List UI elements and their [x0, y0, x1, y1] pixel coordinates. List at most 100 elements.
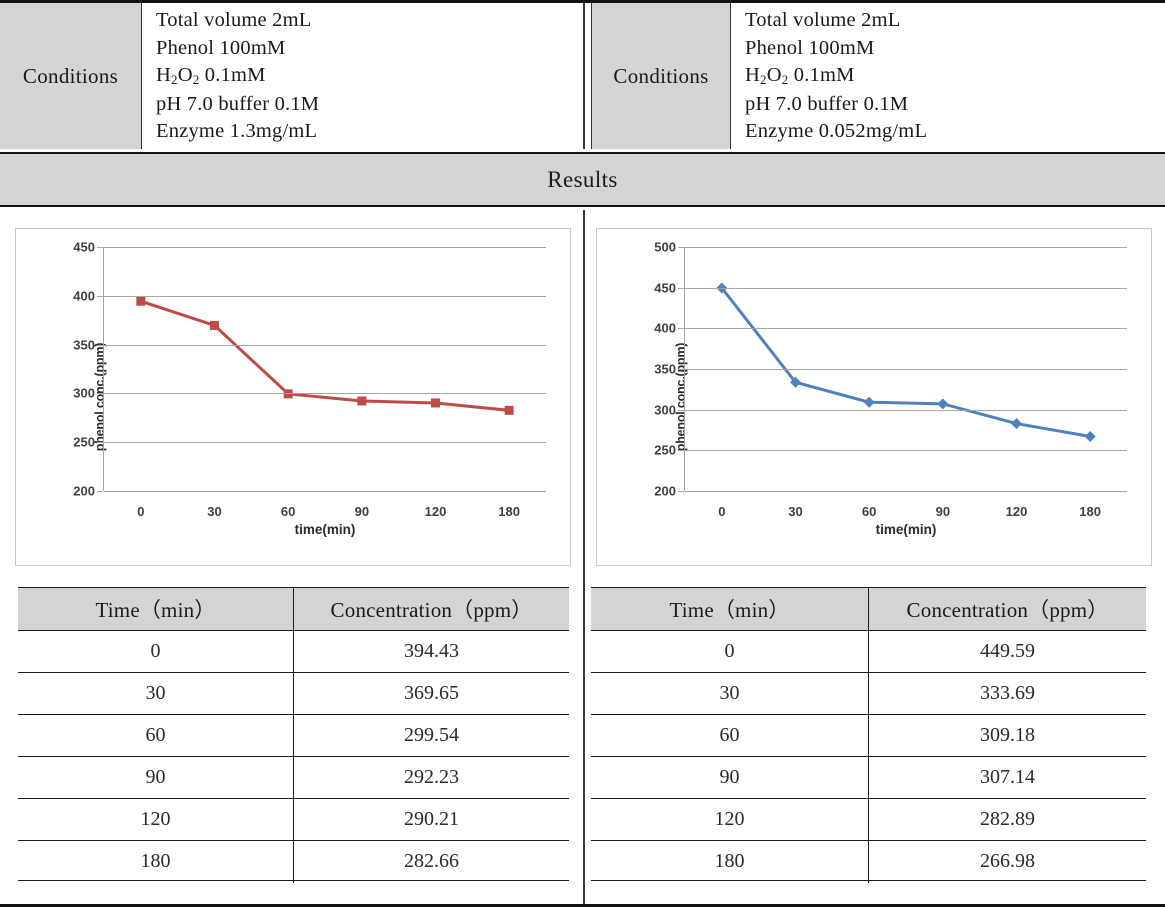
table-header-row: Time（min） Concentration（ppm）	[591, 587, 1146, 631]
column-header-concentration: Concentration（ppm）	[293, 587, 569, 631]
right-data-table: Time（min） Concentration（ppm） 0 449.59 30 33…	[591, 587, 1146, 883]
y-axis-tick-label: 250	[654, 442, 676, 458]
table-row: 0 449.59	[591, 630, 1146, 673]
condition-line-h2o2: H2O2 0.1mM	[156, 62, 583, 91]
data-point-marker	[863, 396, 875, 408]
y-axis-tick-mark	[97, 247, 103, 248]
cell-time: 120	[18, 798, 294, 841]
table-row: 60 309.18	[591, 714, 1146, 757]
h2o2-value: 0.1mM	[788, 64, 855, 87]
condition-line: Total volume 2mL	[156, 9, 312, 32]
y-axis-tick-label: 450	[654, 280, 676, 296]
gridline	[104, 247, 546, 248]
conditions-list-right: Total volume 2mL Phenol 100mM H2O2 0.1mM…	[731, 3, 1165, 149]
gridline	[104, 295, 546, 297]
cell-time: 90	[18, 756, 294, 799]
gridline	[104, 442, 546, 444]
cell-time: 0	[591, 630, 869, 673]
right-chart-xlabel: time(min)	[875, 522, 937, 537]
cell-concentration: 394.43	[293, 630, 569, 673]
cell-time: 30	[18, 672, 294, 715]
cell-concentration: 369.65	[293, 672, 569, 715]
right-chart: phenol conc.(ppm) 200 250 300 350 400 450 500 0…	[596, 228, 1152, 566]
y-axis-tick-mark	[97, 295, 103, 297]
cell-concentration: 307.14	[868, 756, 1146, 799]
left-chart-plot-area: 200 250 300 350 400 450 0 30 60 90 120 180	[73, 240, 546, 519]
condition-line: pH 7.0 buffer 0.1M	[156, 92, 320, 115]
condition-line-h2o2: H2O2 0.1mM	[745, 62, 1165, 91]
conditions-cell-left: Conditions Total volume 2mL Phenol 100mM…	[0, 3, 583, 149]
cell-time: 60	[18, 714, 294, 757]
data-point-marker	[210, 320, 219, 330]
left-chart-series	[136, 296, 514, 415]
condition-line: Phenol 100mM	[745, 36, 875, 59]
gridline	[104, 491, 546, 492]
x-axis-tick-label: 0	[137, 504, 145, 519]
y-axis-tick-mark	[678, 369, 684, 370]
table-row: 30 369.65	[18, 672, 569, 715]
table-row: 180 282.66	[18, 840, 569, 883]
left-table-bottom-rule	[18, 880, 569, 882]
data-point-marker	[136, 296, 146, 306]
cell-time: 60	[591, 714, 869, 757]
x-axis-tick-label: 120	[424, 504, 447, 519]
cell-concentration: 449.59	[868, 630, 1146, 673]
y-axis-tick-mark	[678, 287, 684, 289]
results-title: Results	[547, 166, 618, 192]
y-axis-tick-mark	[678, 328, 684, 330]
y-axis-tick-label: 200	[654, 483, 676, 499]
cell-time: 30	[591, 672, 869, 715]
h2o2-value: 0.1mM	[199, 64, 266, 87]
condition-line: Total volume 2mL	[745, 9, 901, 32]
table-row: 90 292.23	[18, 756, 569, 799]
x-axis-tick-label: 120	[1005, 504, 1028, 519]
y-axis-tick-mark	[678, 450, 684, 452]
conditions-column-divider	[583, 3, 585, 149]
data-point-marker	[504, 405, 514, 415]
table-row: 180 266.98	[591, 840, 1146, 883]
y-axis-tick-label: 400	[73, 288, 95, 304]
y-axis-tick-mark	[97, 344, 103, 346]
right-table-bottom-rule	[591, 880, 1146, 882]
cell-time: 90	[591, 756, 869, 799]
y-axis-tick-mark	[678, 409, 684, 411]
cell-concentration: 290.21	[293, 798, 569, 841]
cell-concentration: 282.66	[404, 850, 459, 873]
results-figure-page: Conditions Total volume 2mL Phenol 100mM…	[0, 0, 1165, 907]
x-axis-tick-label: 30	[207, 504, 222, 519]
y-axis-tick-label: 300	[654, 402, 676, 418]
condition-line-enzyme: Enzyme 1.3mg/mL	[156, 120, 318, 143]
cell-concentration: 299.54	[293, 714, 569, 757]
data-point-marker	[937, 398, 949, 410]
y-axis-tick-mark	[97, 442, 103, 444]
gridline	[104, 393, 546, 395]
y-axis-tick-label: 450	[73, 239, 95, 255]
y-axis-tick-mark	[97, 491, 103, 492]
conditions-label-right: Conditions	[591, 3, 731, 149]
left-result-panel: phenol conc.(ppm) 200 250 300 350 400 450 0 30 6…	[0, 207, 583, 904]
results-header-band: Results	[0, 152, 1165, 207]
y-axis-tick-label: 300	[73, 385, 95, 401]
gridline	[685, 287, 1127, 289]
y-axis-tick-mark	[97, 393, 103, 395]
gridline	[685, 450, 1127, 452]
condition-line-enzyme: Enzyme 0.052mg/mL	[745, 120, 928, 143]
data-point-marker	[1011, 418, 1022, 430]
right-result-panel: phenol conc.(ppm) 200 250 300 350 400 450 500 0…	[583, 207, 1165, 904]
left-chart-xlabel: time(min)	[294, 522, 356, 537]
x-axis-tick-label: 180	[498, 504, 521, 519]
x-axis-tick-label: 0	[718, 504, 726, 519]
conditions-list-left: Total volume 2mL Phenol 100mM H2O2 0.1mM…	[142, 3, 583, 149]
table-row: 30 333.69	[591, 672, 1146, 715]
table-row: 60 299.54	[18, 714, 569, 757]
y-axis-tick-label: 400	[654, 320, 676, 336]
condition-line: pH 7.0 buffer 0.1M	[745, 92, 909, 115]
cell-concentration: 266.98	[980, 850, 1035, 873]
table-row: 120 282.89	[591, 798, 1146, 841]
gridline	[685, 247, 1127, 248]
x-axis-tick-label: 60	[280, 504, 296, 519]
y-axis-tick-label: 500	[654, 239, 676, 255]
y-axis-tick-label: 200	[73, 483, 95, 499]
cell-concentration: 309.18	[868, 714, 1146, 757]
column-header-time: Time（min）	[591, 587, 869, 631]
